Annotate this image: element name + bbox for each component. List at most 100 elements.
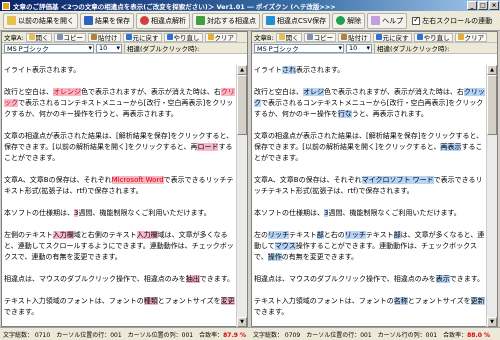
pane-b-open-button[interactable]: 開く [275,32,302,42]
scroll-thumb[interactable] [237,75,247,135]
diff-highlight[interactable]: 更新 [470,297,485,305]
help-button[interactable]: ヘルプ [367,12,408,29]
clear-icon [457,34,464,40]
diff-highlight[interactable]: 表示 [435,275,450,283]
pane-a-size-select[interactable]: 10 [96,43,122,53]
separator [374,43,375,53]
text-paragraph: 左のリッチテキスト部と右のリッチテキスト部は、文章が多くなると、連動してマウス操… [254,230,486,263]
text-run: 表示されます。 [296,66,345,74]
diff-highlight[interactable]: 再表示 [440,143,462,151]
diff-highlight[interactable]: 名称 [393,297,408,305]
diff-highlight[interactable]: オレンジ [53,88,81,96]
pane-a-scrollbar[interactable]: ▲ ▼ [236,65,247,327]
diff-highlight[interactable]: 入力欄 [52,231,74,239]
pane-b-scrollbar[interactable]: ▲ ▼ [486,65,497,327]
csv-icon [266,16,275,25]
pane-a-redo-button[interactable]: やり直し [163,32,203,42]
pane-b-clear-button[interactable]: クリア [454,32,488,42]
redo-icon [416,34,423,40]
text-paragraph: テキスト入力領域のフォントは、フォントの種類とフォントサイズを変更できます。 [4,296,236,318]
minimize-icon[interactable]: _ [467,1,477,10]
scroll-down-icon[interactable]: ▼ [237,317,247,327]
text-run: の有無を変更できます。 [281,253,359,261]
diff-highlight[interactable]: 種類 [143,297,158,305]
pane-b-size-select[interactable]: 10 [346,43,372,53]
text-paragraph: 文章の相違点が表示された結果は、[解析結果を保存]をクリックすると、保存できます… [4,131,236,164]
scroll-thumb[interactable] [487,75,497,135]
pane-a-paste-button[interactable]: 貼付け [88,32,121,42]
text-run: テキスト [365,231,394,239]
folder-open-icon [7,16,16,25]
match-rate: 合致率：87.9 % [199,330,246,339]
text-paragraph: 改行と空白は、オレジ色で表示されますが、表示が消えた時は、右クリックで表示される… [254,87,486,120]
pane-a-font-select[interactable]: MS Pゴシック [4,43,94,53]
diff-highlight[interactable]: リッチ [268,231,289,239]
pane-a-clear-button[interactable]: クリア [204,32,238,42]
diff-highlight[interactable]: ロード [197,143,219,151]
diff-highlight[interactable]: 入力欄 [136,231,158,239]
pane-a-open-button[interactable]: 開く [25,32,52,42]
text-run: で表示されるコンテキストメニューから[改行・空白再表示]をクリックするか、何かの… [4,99,234,118]
analyze-button[interactable]: 相違点解析 [136,12,190,29]
diff-highlight[interactable]: 変更 [220,297,235,305]
sync-scroll-toggle[interactable]: 左右スクロールの連動 [409,13,495,29]
pane-b-copy-button[interactable]: コピー [303,32,337,42]
scroll-down-icon[interactable]: ▼ [487,317,497,327]
text-paragraph: 改行と空白は、オレンジ色で表示されますが、表示が消えた時は、右クリックで表示され… [4,87,236,120]
diff-highlight[interactable]: され [282,66,296,74]
diff-highlight[interactable]: マイクロソフト ワード [361,176,434,184]
diff-highlight[interactable]: マウス [274,242,296,250]
diff-highlight[interactable]: 部 [393,231,401,239]
app-icon [2,1,10,10]
open-label: 開く [35,34,49,42]
pane-b-dblclick-label: 相違(ダブルクリック時): [377,45,450,53]
text-run: 左の [254,231,268,239]
help-label: ヘルプ [382,16,404,25]
diff-highlight[interactable]: Microsoft Word [111,176,164,184]
diff-highlight[interactable]: 操作 [267,253,282,261]
save-result-button[interactable]: 結果を保存 [80,12,134,29]
sync-scroll-checkbox[interactable] [412,15,421,25]
pane-b-font-select[interactable]: MS Pゴシック [254,43,344,53]
diff-highlight[interactable]: オレジ [303,88,324,96]
diff-highlight[interactable]: リッチ [344,231,366,239]
diff-highlight[interactable]: 抽出 [185,275,200,283]
text-run: 週間、機能制限なくご利用いただけます。 [78,209,211,217]
paste-label: 貼付け [98,34,118,42]
text-run: テキスト [289,231,317,239]
text-run: できます。 [449,275,485,283]
csv-save-button[interactable]: 相違点CSV保存 [262,12,331,29]
pane-a-undo-button[interactable]: 元に戻す [122,32,162,42]
pane-a-text-area[interactable]: イライト表示されます。 改行と空白は、オレンジ色で表示されますが、表示が消えた時… [4,65,236,320]
save-result-label: 結果を保存 [95,16,130,25]
text-run: と右の [323,231,345,239]
copy-label: コピー [313,34,334,42]
clear-icon [207,34,214,40]
maximize-icon[interactable]: □ [478,1,488,10]
diff-highlight[interactable]: 部 [316,231,324,239]
scroll-up-icon[interactable]: ▲ [487,65,497,75]
pane-a-font-row: MS Pゴシック 10 相違(ダブルクリック時): [2,43,247,54]
text-run: 本ソフトの仕様期は、 [4,209,74,217]
text-run: 文章A、文章Bの保存は、それぞれ [4,176,112,184]
text-paragraph: 本ソフトの仕様期は、3週間、機能制限なくご利用いただけます。 [4,208,236,219]
undo-icon [125,34,132,40]
char-count: 文字総数： 0710 [3,331,51,339]
corresponding-diff-button[interactable]: 対応する相違点 [192,12,260,29]
redo-label: やり直し [423,34,450,42]
pane-b-paste-button[interactable]: 貼付け [338,32,371,42]
cancel-button[interactable]: 解除 [332,12,366,29]
text-pane-b: 文章B: 開く コピー 貼付け 元に戻す やり直し クリア MS Pゴシック 1… [251,31,498,327]
text-run: うと、再表示されます。 [351,110,428,118]
open-previous-button[interactable]: 以前の結果を開く [3,12,78,29]
text-paragraph: 文章の相違点が表示された結果は、[解析結果を保存]をクリックすると、保存できます… [254,131,486,164]
close-icon[interactable]: × [489,1,499,10]
pane-b-text-area[interactable]: イライトされ表示されます。 改行と空白は、オレジ色で表示されますが、表示が消えた… [254,65,486,320]
scroll-up-icon[interactable]: ▲ [237,65,247,75]
diff-highlight[interactable]: 行な [337,110,352,118]
pane-b-redo-button[interactable]: やり直し [413,32,453,42]
text-run: テキスト入力領域のフォントは、フォントの [254,297,394,305]
pane-b-undo-button[interactable]: 元に戻す [372,32,412,42]
pane-a-copy-button[interactable]: コピー [53,32,87,42]
text-run: 本ソフトの仕様期は、 [254,209,324,217]
